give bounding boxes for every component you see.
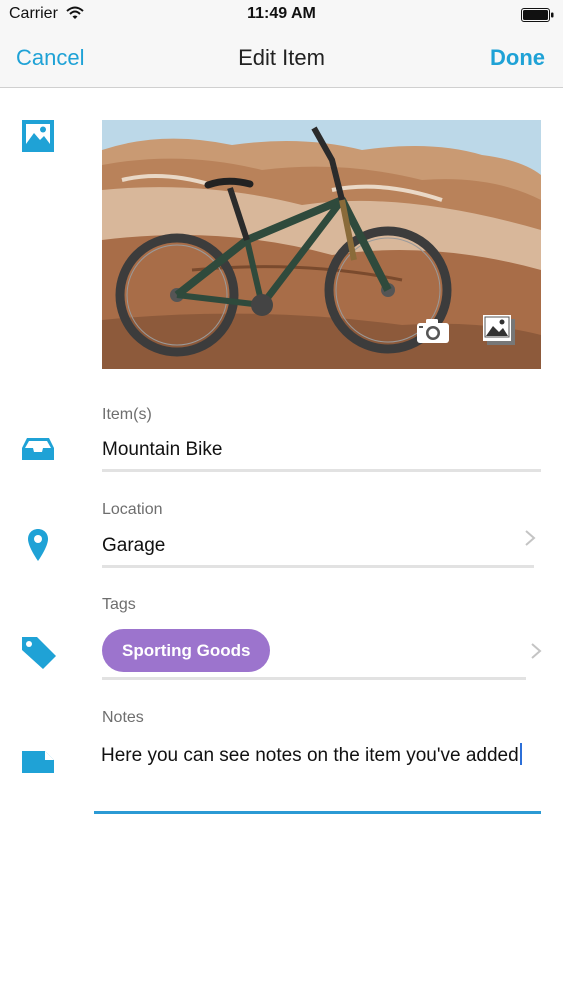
battery-icon <box>521 8 554 27</box>
tag-icon <box>21 636 57 675</box>
notes-label: Notes <box>102 709 144 726</box>
image-icon <box>21 119 55 158</box>
location-value[interactable]: Garage <box>102 535 165 557</box>
tags-label: Tags <box>102 596 136 613</box>
notes-focus-underline <box>94 811 541 814</box>
text-caret <box>519 743 522 765</box>
map-pin-icon <box>27 528 49 567</box>
tags-underline <box>102 677 526 680</box>
item-underline <box>102 469 541 472</box>
gallery-icon[interactable] <box>482 314 516 346</box>
item-name-input[interactable]: Mountain Bike <box>102 439 222 461</box>
notes-text: Here you can see notes on the item you'v… <box>101 745 519 766</box>
page-title: Edit Item <box>238 45 325 70</box>
note-icon <box>21 750 55 779</box>
item-photo[interactable] <box>102 120 541 369</box>
navigation-bar: Cancel Edit Item Done <box>0 30 563 88</box>
location-label: Location <box>102 501 163 518</box>
tags-chevron-icon[interactable] <box>530 642 542 665</box>
location-chevron-icon[interactable] <box>524 529 536 552</box>
location-underline <box>102 565 534 568</box>
done-button[interactable]: Done <box>490 45 545 71</box>
status-bar: Carrier 11:49 AM <box>0 0 563 30</box>
tag-chip-sporting-goods[interactable]: Sporting Goods <box>102 629 271 672</box>
inbox-tray-icon <box>21 437 55 466</box>
notes-textarea[interactable]: Here you can see notes on the item you'v… <box>101 743 541 768</box>
camera-icon[interactable] <box>416 318 450 344</box>
item-label: Item(s) <box>102 406 152 423</box>
status-time: 11:49 AM <box>247 5 316 22</box>
